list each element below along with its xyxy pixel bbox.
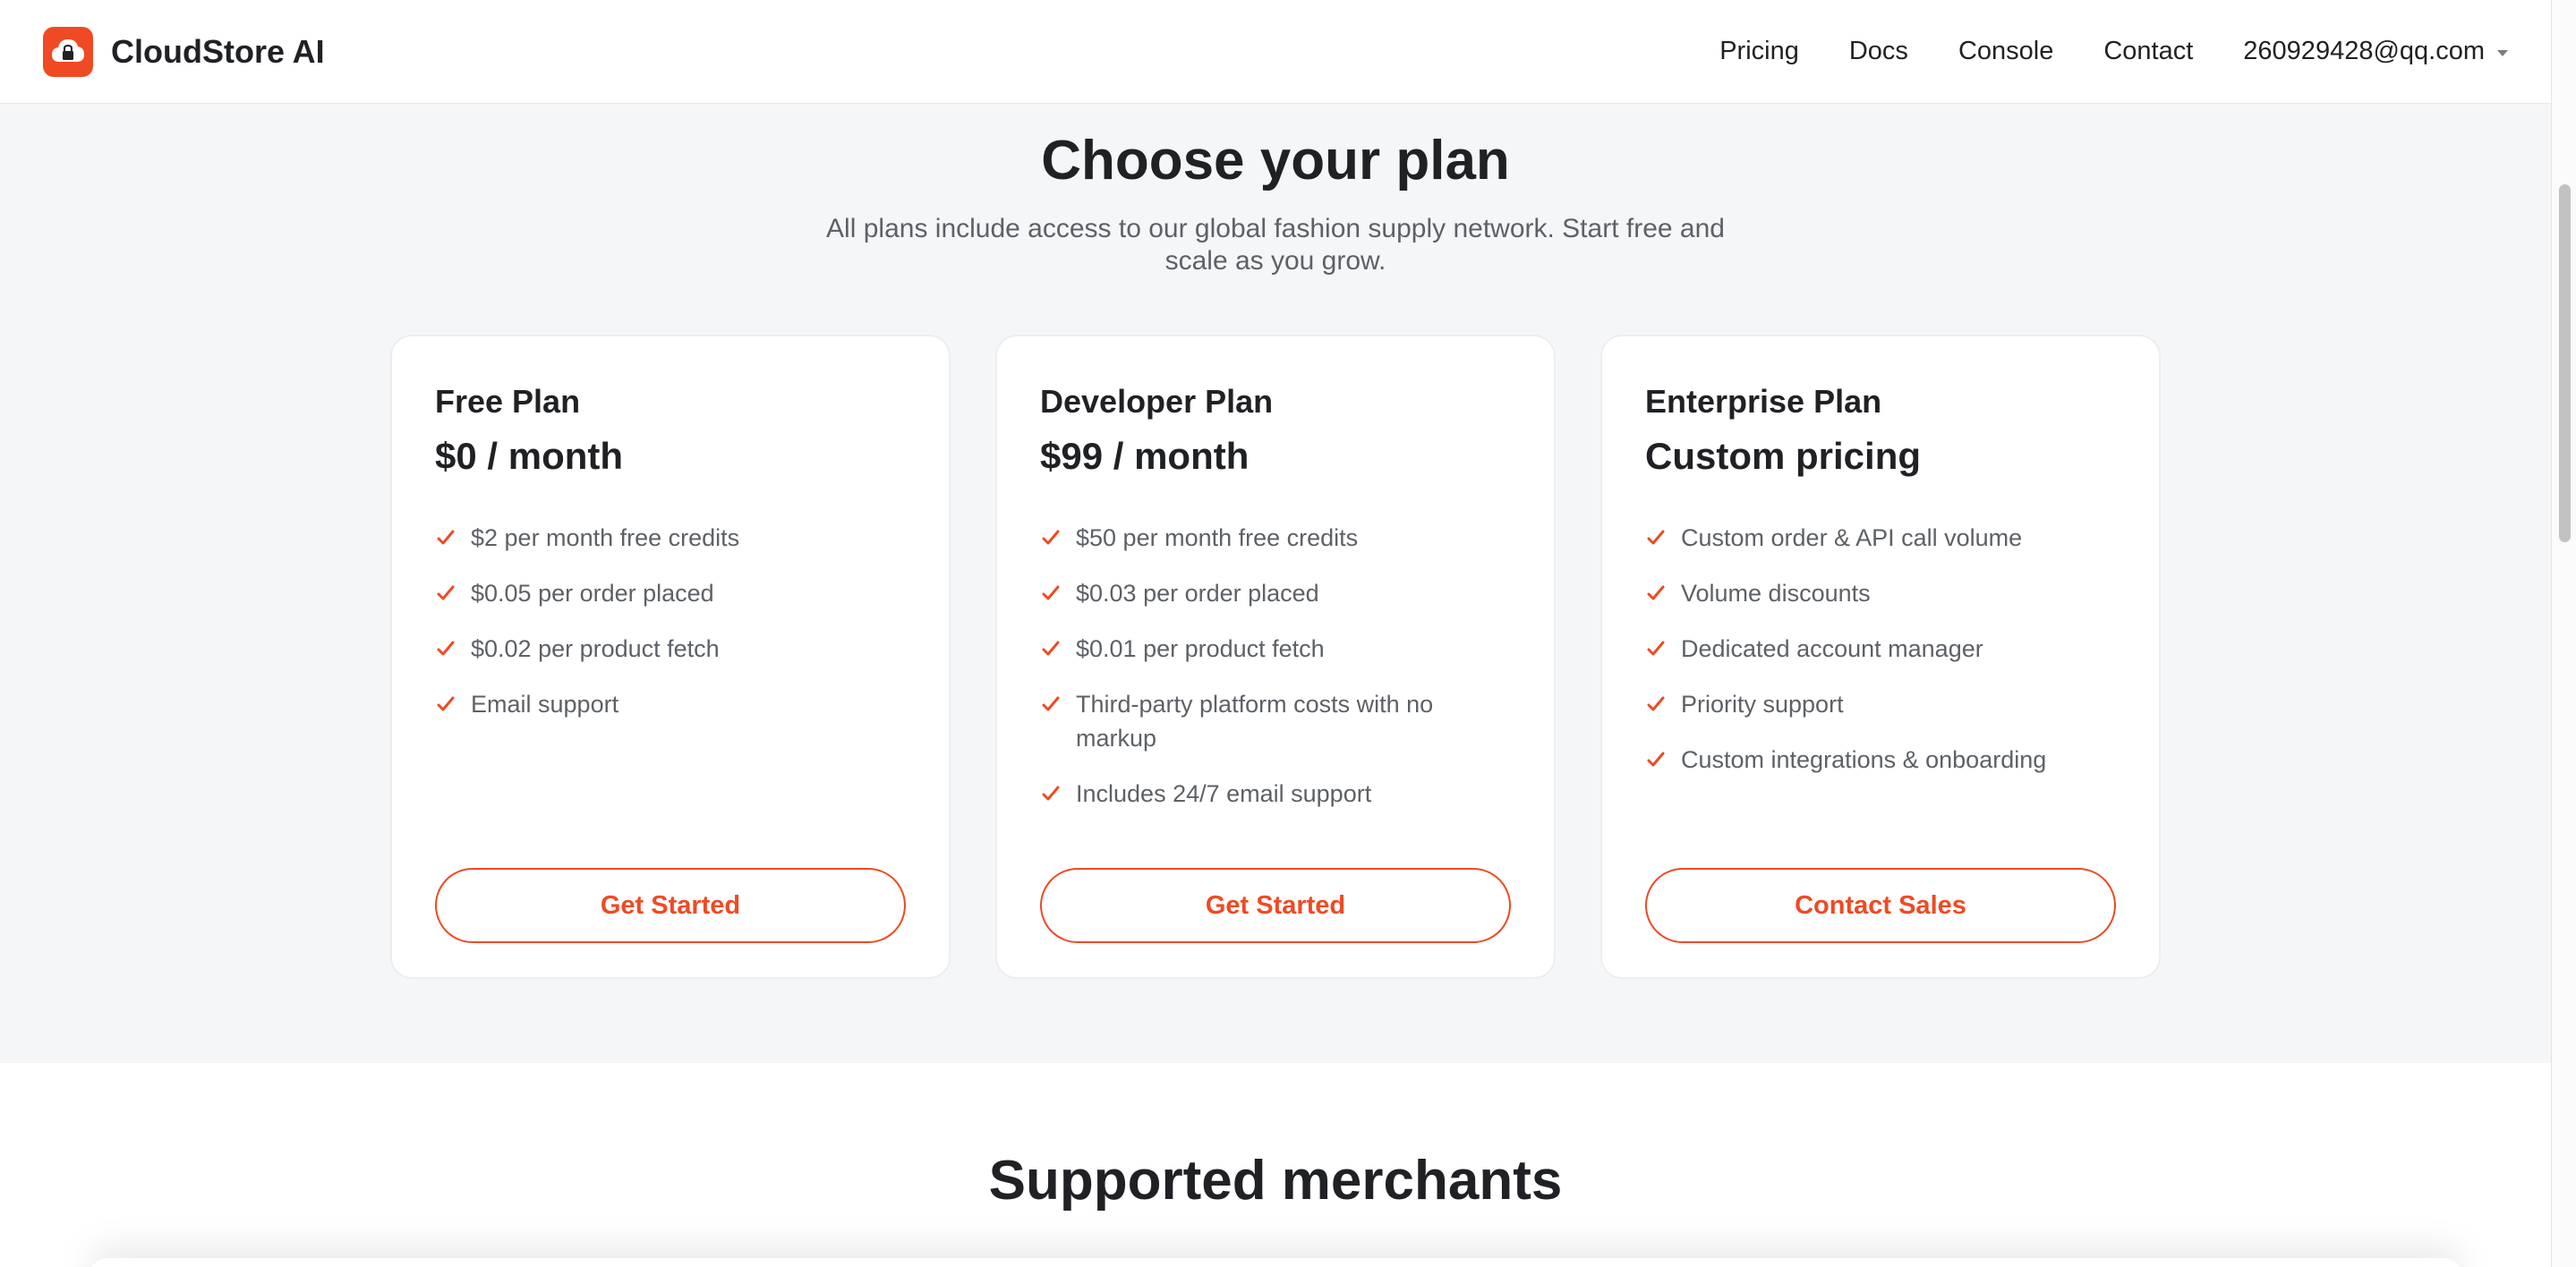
merchants-title: Supported merchants bbox=[988, 1150, 1563, 1212]
plan-name: Free Plan bbox=[435, 383, 581, 420]
feature-item: Email support bbox=[435, 687, 906, 721]
get-started-button[interactable]: Get Started bbox=[1040, 868, 1511, 943]
check-icon bbox=[1645, 632, 1667, 666]
plan-name: Developer Plan bbox=[1040, 383, 1274, 420]
feature-text: Volume discounts bbox=[1681, 580, 1871, 607]
cloud-lock-icon bbox=[43, 26, 93, 77]
contact-sales-button[interactable]: Contact Sales bbox=[1645, 868, 2116, 943]
feature-list: $2 per month free credits $0.05 per orde… bbox=[435, 521, 906, 743]
page-scrollbar[interactable] bbox=[2551, 0, 2576, 1267]
feature-item: Volume discounts bbox=[1645, 576, 2116, 610]
feature-item: Custom integrations & onboarding bbox=[1645, 743, 2116, 777]
feature-item: Priority support bbox=[1645, 687, 2116, 721]
check-icon bbox=[1040, 687, 1062, 721]
feature-item: Dedicated account manager bbox=[1645, 632, 2116, 666]
plan-card-free: Free Plan $0 / month $2 per month free c… bbox=[390, 335, 951, 979]
check-icon bbox=[1040, 632, 1062, 666]
feature-list: $50 per month free credits $0.03 per ord… bbox=[1040, 521, 1511, 832]
brand[interactable]: CloudStore AI bbox=[43, 26, 325, 77]
check-icon bbox=[1040, 576, 1062, 610]
plan-card-developer: Developer Plan $99 / month $50 per month… bbox=[995, 335, 1556, 979]
feature-text: Third-party platform costs with no marku… bbox=[1076, 691, 1434, 752]
feature-item: $2 per month free credits bbox=[435, 521, 906, 555]
top-navbar: CloudStore AI Pricing Docs Console Conta… bbox=[0, 0, 2551, 104]
feature-item: $50 per month free credits bbox=[1040, 521, 1511, 555]
check-icon bbox=[435, 632, 456, 666]
nav-console[interactable]: Console bbox=[1958, 37, 2053, 66]
brand-name: CloudStore AI bbox=[111, 32, 325, 70]
plan-price: $99 / month bbox=[1040, 435, 1250, 477]
check-icon bbox=[1645, 521, 1667, 555]
plan-price: Custom pricing bbox=[1645, 435, 1922, 477]
check-icon bbox=[1645, 576, 1667, 610]
feature-text: $50 per month free credits bbox=[1076, 524, 1359, 551]
check-icon bbox=[435, 576, 456, 610]
check-icon bbox=[1040, 777, 1062, 811]
feature-item: Includes 24/7 email support bbox=[1040, 777, 1511, 811]
nav-contact[interactable]: Contact bbox=[2103, 37, 2193, 66]
merchant-carousel bbox=[90, 1258, 2461, 1267]
plan-card-enterprise: Enterprise Plan Custom pricing Custom or… bbox=[1600, 335, 2161, 979]
feature-item: Third-party platform costs with no marku… bbox=[1040, 687, 1511, 755]
check-icon bbox=[1645, 687, 1667, 721]
check-icon bbox=[435, 521, 456, 555]
feature-text: Dedicated account manager bbox=[1681, 635, 1983, 662]
scrollbar-thumb[interactable] bbox=[2559, 184, 2571, 542]
feature-text: $0.01 per product fetch bbox=[1076, 635, 1325, 662]
feature-text: $0.02 per product fetch bbox=[471, 635, 720, 662]
pricing-section: Choose your plan All plans include acces… bbox=[0, 104, 2551, 1063]
feature-item: Custom order & API call volume bbox=[1645, 521, 2116, 555]
feature-text: Includes 24/7 email support bbox=[1076, 780, 1372, 807]
feature-text: Custom order & API call volume bbox=[1681, 524, 2023, 551]
nav-docs[interactable]: Docs bbox=[1849, 37, 1908, 66]
check-icon bbox=[1040, 521, 1062, 555]
plan-price: $0 / month bbox=[435, 435, 624, 477]
chevron-down-icon bbox=[2497, 49, 2508, 56]
feature-text: Email support bbox=[471, 691, 619, 718]
main-nav: Pricing Docs Console Contact 260929428@q… bbox=[1719, 37, 2508, 66]
feature-item: $0.05 per order placed bbox=[435, 576, 906, 610]
feature-text: Priority support bbox=[1681, 691, 1844, 718]
feature-text: $0.03 per order placed bbox=[1076, 580, 1319, 607]
check-icon bbox=[435, 687, 456, 721]
pricing-title: Choose your plan bbox=[1041, 130, 1510, 191]
check-icon bbox=[1645, 743, 1667, 777]
account-menu[interactable]: 260929428@qq.com bbox=[2243, 37, 2508, 66]
feature-item: $0.01 per product fetch bbox=[1040, 632, 1511, 666]
account-email: 260929428@qq.com bbox=[2243, 37, 2485, 65]
pricing-subtitle: All plans include access to our global f… bbox=[826, 214, 1725, 276]
feature-text: $0.05 per order placed bbox=[471, 580, 714, 607]
feature-item: $0.03 per order placed bbox=[1040, 576, 1511, 610]
feature-text: Custom integrations & onboarding bbox=[1681, 746, 2047, 773]
feature-item: $0.02 per product fetch bbox=[435, 632, 906, 666]
get-started-button[interactable]: Get Started bbox=[435, 868, 906, 943]
nav-pricing[interactable]: Pricing bbox=[1719, 37, 1799, 66]
feature-list: Custom order & API call volume Volume di… bbox=[1645, 521, 2116, 798]
feature-text: $2 per month free credits bbox=[471, 524, 740, 551]
plan-name: Enterprise Plan bbox=[1645, 383, 1882, 420]
merchants-section: Supported merchants bbox=[0, 1063, 2551, 1267]
